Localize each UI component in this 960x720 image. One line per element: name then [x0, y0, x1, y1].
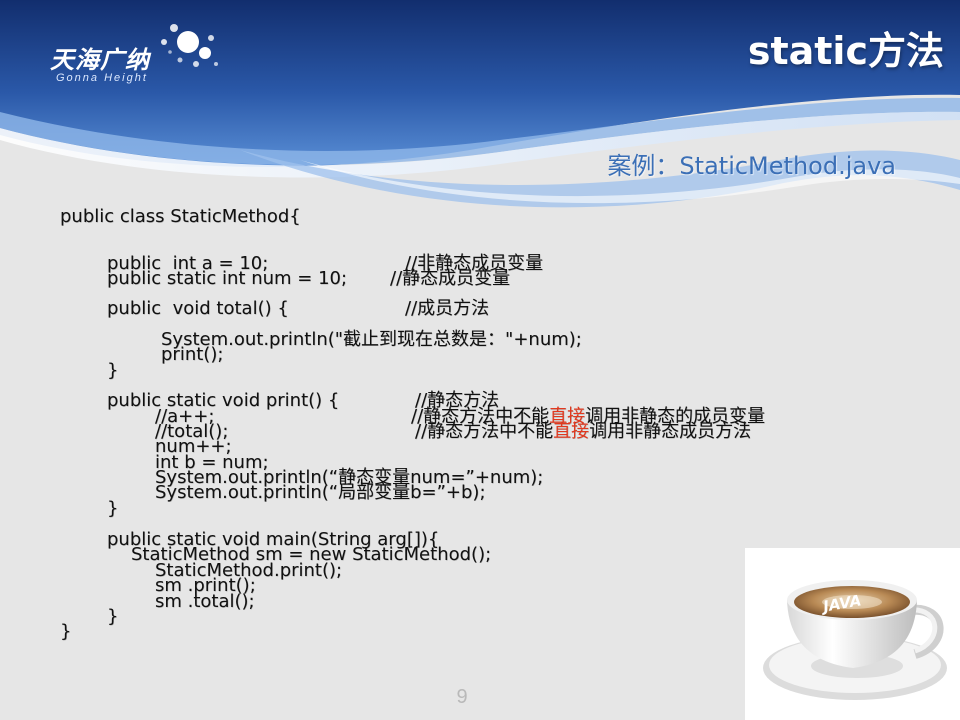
code-line: public class StaticMethod{	[60, 206, 301, 227]
highlight-text: 直接	[553, 421, 590, 442]
code-line: }	[107, 498, 119, 519]
code-line: System.out.println("截止到现在总数是："+num);	[161, 329, 582, 350]
code-line: public void total() {	[107, 298, 289, 319]
code-comment: //静态成员变量	[390, 268, 511, 289]
page-number: 9	[456, 686, 468, 708]
code-line: print();	[161, 344, 224, 365]
java-coffee-cup-image: JAVA	[745, 548, 960, 720]
code-line: }	[107, 606, 119, 627]
code-line: }	[60, 621, 72, 642]
code-comment: //成员方法	[405, 298, 490, 319]
code-comment: //静态方法中不能直接调用非静态成员方法	[415, 421, 752, 442]
code-line: }	[107, 360, 119, 381]
code-line: public static int num = 10;	[107, 268, 348, 289]
code-line: sm .total();	[155, 591, 255, 612]
code-line: public static void print() {	[107, 390, 340, 411]
code-line: System.out.println(“局部变量b=”+b);	[155, 482, 486, 503]
